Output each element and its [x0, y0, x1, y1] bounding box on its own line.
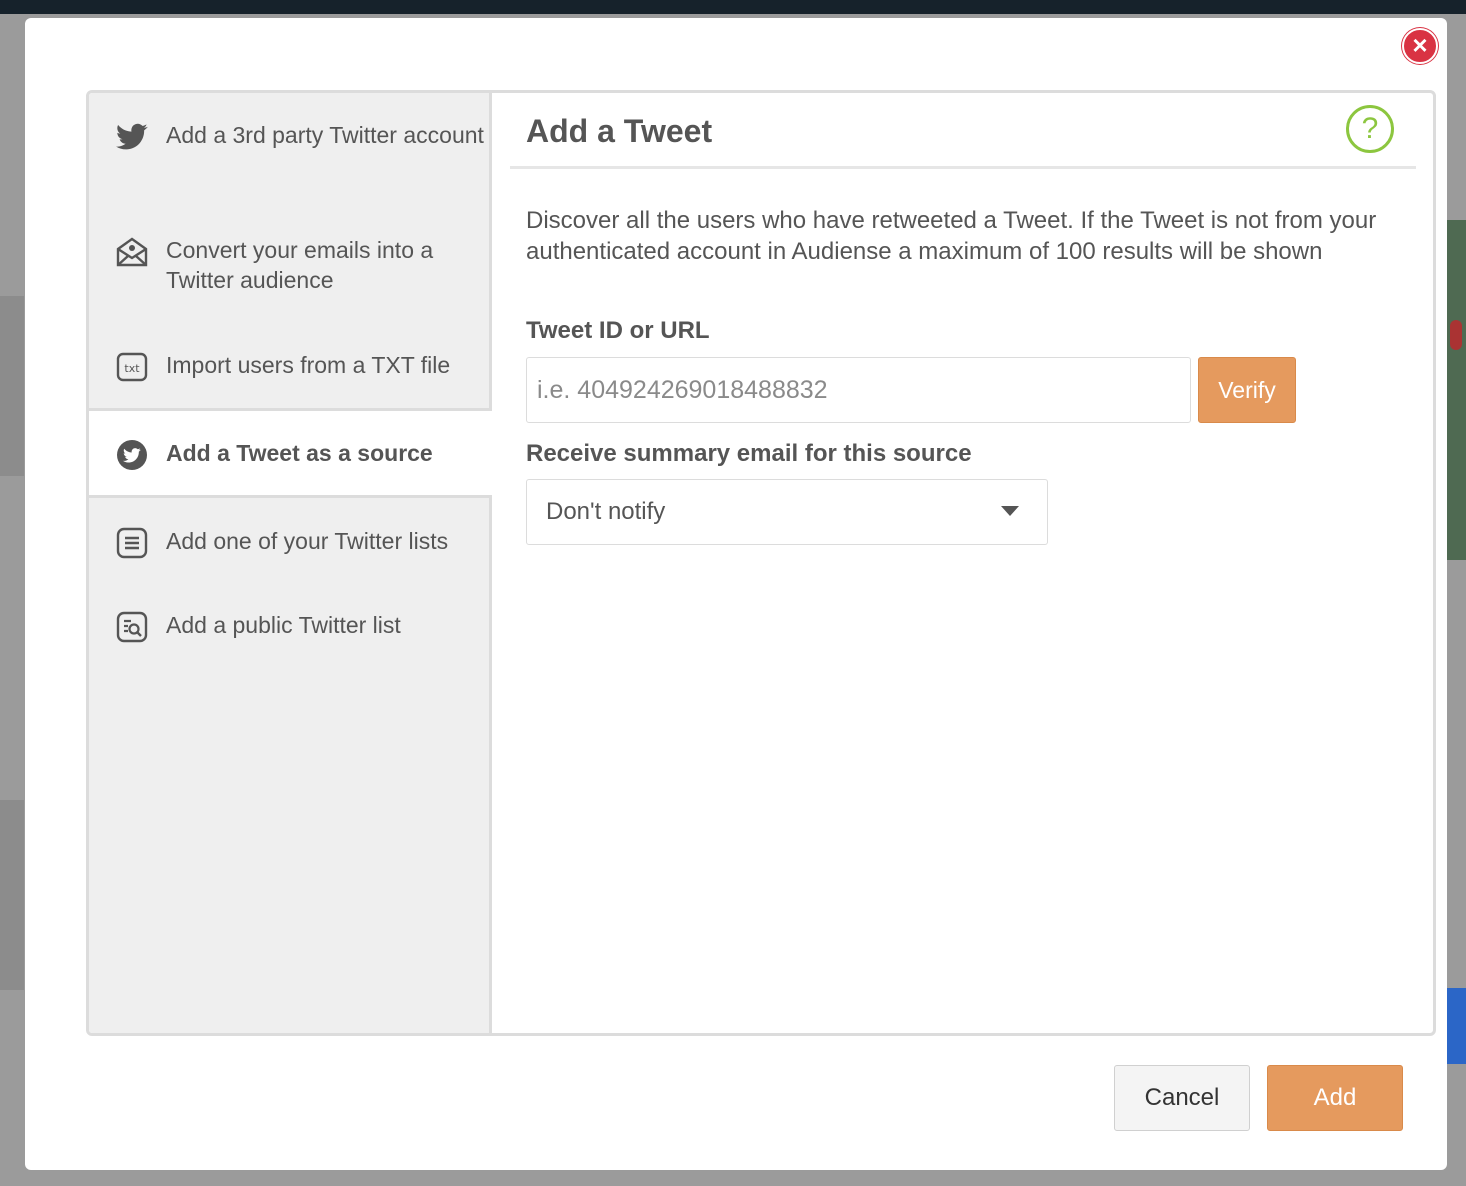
svg-text:txt: txt [124, 362, 140, 375]
list-icon [115, 526, 149, 560]
sidebar-item-label: Add a public Twitter list [166, 612, 401, 638]
backdrop-row [0, 800, 24, 990]
sidebar-item-label: Convert your emails into a Twitter audie… [166, 237, 434, 293]
form-title: Add a Tweet [526, 113, 713, 149]
sidebar-item-label: Import users from a TXT file [166, 352, 451, 378]
source-type-sidebar: Add a 3rd party Twitter account Convert … [89, 93, 492, 1033]
sidebar-item-third-party-account[interactable]: Add a 3rd party Twitter account [89, 120, 489, 154]
modal-panel: Add a 3rd party Twitter account Convert … [86, 90, 1436, 1036]
summary-email-select[interactable]: Don't notify [526, 479, 1048, 545]
envelope-icon [115, 235, 149, 269]
tweet-id-input[interactable] [526, 357, 1191, 423]
cancel-button[interactable]: Cancel [1114, 1065, 1250, 1131]
select-value: Don't notify [546, 498, 666, 525]
help-icon[interactable]: ? [1346, 105, 1394, 153]
close-icon[interactable]: × [1402, 28, 1438, 64]
title-divider [510, 166, 1416, 169]
add-tweet-form: Add a Tweet ? Discover all the users who… [492, 93, 1433, 1033]
add-button[interactable]: Add [1267, 1065, 1403, 1131]
add-source-modal: Add a 3rd party Twitter account Convert … [25, 18, 1447, 1170]
backdrop-button [1446, 988, 1466, 1064]
sidebar-item-label: Add one of your Twitter lists [166, 528, 449, 554]
search-list-icon [115, 610, 149, 644]
verify-button[interactable]: Verify [1198, 357, 1296, 423]
tweet-id-label: Tweet ID or URL [526, 317, 710, 344]
sidebar-item-label: Add a Tweet as a source [166, 440, 433, 466]
backdrop-row [0, 296, 24, 476]
twitter-circle-icon [115, 438, 149, 472]
backdrop-photo [1446, 220, 1466, 560]
txt-file-icon: txt [115, 350, 149, 384]
twitter-bird-icon [115, 120, 149, 154]
sidebar-item-label: Add a 3rd party Twitter account [166, 122, 484, 148]
summary-email-label: Receive summary email for this source [526, 440, 972, 467]
caret-down-icon [1001, 506, 1019, 516]
sidebar-item-public-list[interactable]: Add a public Twitter list [89, 610, 489, 644]
form-description: Discover all the users who have retweete… [526, 207, 1377, 265]
sidebar-item-add-tweet[interactable]: Add a Tweet as a source [89, 408, 492, 498]
top-bar [0, 0, 1466, 14]
sidebar-item-convert-emails[interactable]: Convert your emails into a Twitter audie… [89, 235, 489, 295]
sidebar-item-import-txt[interactable]: txt Import users from a TXT file [89, 350, 489, 384]
sidebar-item-own-lists[interactable]: Add one of your Twitter lists [89, 526, 489, 560]
